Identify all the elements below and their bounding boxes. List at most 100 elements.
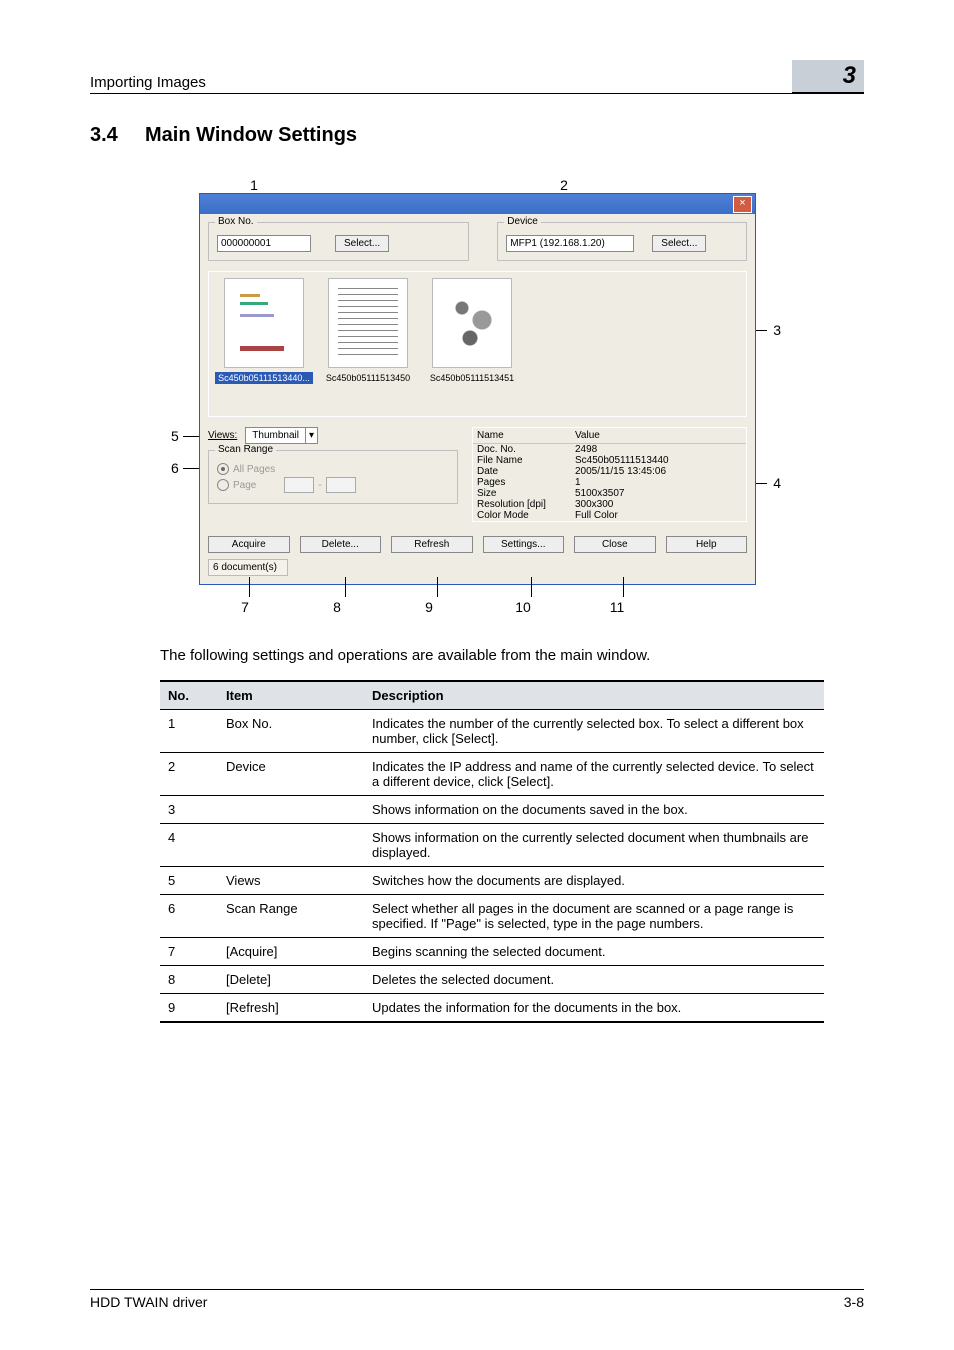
views-combo[interactable]: Thumbnail ▾ — [245, 427, 318, 444]
thumbnail-item[interactable]: Sc450b05111513451 — [423, 278, 521, 410]
title-bar: × — [200, 194, 755, 214]
table-row: 3Shows information on the documents save… — [160, 796, 824, 824]
thumbnail-caption: Sc450b05111513440... — [215, 372, 313, 384]
info-panel: Name Value Doc. No.2498 File NameSc450b0… — [472, 427, 747, 522]
table-row: 8[Delete]Deletes the selected document. — [160, 966, 824, 994]
thumbnail-item[interactable]: Sc450b05111513450 — [319, 278, 417, 410]
info-name: File Name — [473, 455, 571, 466]
close-icon[interactable]: × — [733, 196, 752, 213]
info-head-value: Value — [571, 428, 746, 443]
cell-desc: Shows information on the documents saved… — [364, 796, 824, 824]
cell-no: 5 — [160, 867, 218, 895]
cell-desc: Deletes the selected document. — [364, 966, 824, 994]
box-no-label: Box No. — [215, 216, 257, 227]
thumbnail-caption: Sc450b05111513450 — [323, 372, 413, 384]
footer-left: HDD TWAIN driver — [90, 1294, 207, 1310]
table-row: 4 Shows information on the currently sele… — [160, 824, 824, 867]
cell-item: Views — [218, 867, 364, 895]
box-no-select-button[interactable]: Select... — [335, 235, 389, 252]
settings-button[interactable]: Settings... — [483, 536, 565, 553]
th-desc: Description — [364, 681, 824, 710]
cell-no: 9 — [160, 994, 218, 1023]
page-to-input[interactable] — [326, 477, 356, 493]
cell-desc: Select whether all pages in the document… — [364, 895, 824, 938]
callout-9: 9 — [383, 599, 475, 615]
info-name: Color Mode — [473, 510, 571, 521]
cell-desc: Indicates the number of the currently se… — [364, 710, 824, 753]
thumbnail-item[interactable]: Sc450b05111513440... — [215, 278, 313, 410]
device-select-button[interactable]: Select... — [652, 235, 706, 252]
callout-3: 3 — [773, 322, 781, 338]
table-row: 9[Refresh]Updates the information for th… — [160, 994, 824, 1023]
table-row: 5ViewsSwitches how the documents are dis… — [160, 867, 824, 895]
cell-no: 7 — [160, 938, 218, 966]
section-heading: 3.4Main Window Settings — [90, 124, 864, 147]
delete-button[interactable]: Delete... — [300, 536, 382, 553]
table-row: 7[Acquire]Begins scanning the selected d… — [160, 938, 824, 966]
thumbnail-caption: Sc450b05111513451 — [427, 372, 517, 384]
info-name: Resolution [dpi] — [473, 499, 571, 510]
page-from-input[interactable] — [284, 477, 314, 493]
callout-5: 5 — [171, 428, 179, 444]
cell-desc: Shows information on the currently selec… — [364, 824, 824, 867]
chevron-down-icon: ▾ — [305, 428, 317, 443]
screenshot-figure: 1 2 3 4 5 6 × Box No. — [177, 157, 777, 625]
th-item: Item — [218, 681, 364, 710]
acquire-button[interactable]: Acquire — [208, 536, 290, 553]
running-title: Importing Images — [90, 74, 792, 91]
cell-item: Scan Range — [218, 895, 364, 938]
section-number: 3.4 — [90, 124, 145, 147]
table-row: 1Box No.Indicates the number of the curr… — [160, 710, 824, 753]
callout-7: 7 — [199, 599, 291, 615]
callout-1: 1 — [199, 177, 309, 193]
close-button[interactable]: Close — [574, 536, 656, 553]
info-name: Doc. No. — [473, 444, 571, 455]
cell-no: 6 — [160, 895, 218, 938]
cell-no: 4 — [160, 824, 218, 867]
refresh-button[interactable]: Refresh — [391, 536, 473, 553]
cell-no: 1 — [160, 710, 218, 753]
cell-desc: Indicates the IP address and name of the… — [364, 753, 824, 796]
page-label: Page — [233, 480, 256, 491]
cell-item: [Acquire] — [218, 938, 364, 966]
info-value: Sc450b05111513440 — [571, 455, 746, 466]
status-bar: 6 document(s) — [208, 559, 288, 576]
cell-item: Device — [218, 753, 364, 796]
thumbnail-pane: Sc450b05111513440... Sc450b05111513450 S… — [208, 271, 747, 417]
radio-page[interactable] — [217, 479, 229, 491]
cell-no: 8 — [160, 966, 218, 994]
callout-6: 6 — [171, 460, 179, 476]
cell-desc: Begins scanning the selected document. — [364, 938, 824, 966]
cell-desc: Updates the information for the document… — [364, 994, 824, 1023]
cell-item: Box No. — [218, 710, 364, 753]
th-no: No. — [160, 681, 218, 710]
all-pages-label: All Pages — [233, 464, 275, 475]
callout-4: 4 — [773, 475, 781, 491]
box-no-input[interactable]: 000000001 — [217, 235, 311, 252]
info-head-name: Name — [473, 428, 571, 443]
intro-paragraph: The following settings and operations ar… — [160, 647, 824, 664]
cell-item — [218, 824, 364, 867]
radio-all-pages[interactable] — [217, 463, 229, 475]
table-row: 6Scan RangeSelect whether all pages in t… — [160, 895, 824, 938]
section-title: Main Window Settings — [145, 124, 357, 146]
info-value: Full Color — [571, 510, 746, 521]
dialog-window: × Box No. 000000001 Select... Device — [199, 193, 756, 585]
callout-10: 10 — [475, 599, 571, 615]
callout-11: 11 — [571, 599, 663, 615]
cell-no: 2 — [160, 753, 218, 796]
cell-desc: Switches how the documents are displayed… — [364, 867, 824, 895]
page-footer: HDD TWAIN driver 3-8 — [90, 1289, 864, 1310]
device-input[interactable]: MFP1 (192.168.1.20) — [506, 235, 634, 252]
table-row: 2DeviceIndicates the IP address and name… — [160, 753, 824, 796]
chapter-number: 3 — [792, 60, 864, 94]
info-value: 2498 — [571, 444, 746, 455]
page-dash: - — [318, 480, 321, 491]
help-button[interactable]: Help — [666, 536, 748, 553]
views-value: Thumbnail — [246, 428, 305, 443]
scan-range-label: Scan Range — [215, 444, 276, 455]
callout-8: 8 — [291, 599, 383, 615]
cell-item: [Refresh] — [218, 994, 364, 1023]
footer-right: 3-8 — [844, 1294, 864, 1310]
info-name: Size — [473, 488, 571, 499]
